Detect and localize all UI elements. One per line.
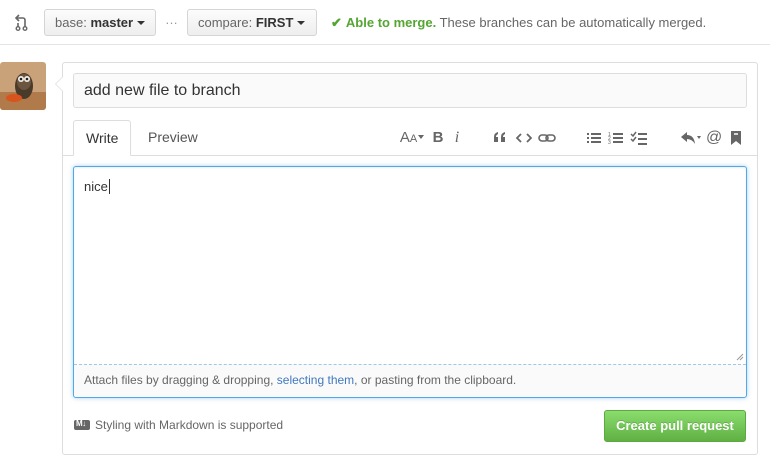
file-attach-bar[interactable]: Attach files by dragging & dropping, sel… xyxy=(74,364,746,397)
caret-down-icon xyxy=(137,20,146,25)
markdown-icon: M↓ xyxy=(74,419,90,430)
base-prefix: base: xyxy=(55,15,87,30)
pr-title-input[interactable]: add new file to branch xyxy=(73,73,747,108)
merge-description: These branches can be automatically merg… xyxy=(439,15,707,30)
header-button[interactable]: AA xyxy=(398,128,426,148)
merge-ok-label: Able to merge. xyxy=(345,15,437,30)
svg-text:3: 3 xyxy=(608,140,611,146)
italic-button[interactable]: i xyxy=(450,128,464,148)
attach-text-before: Attach files by dragging & dropping, xyxy=(84,373,277,387)
comment-body-text[interactable]: nice xyxy=(84,179,110,194)
attach-text-after: , or pasting from the clipboard. xyxy=(354,373,517,387)
range-dots: … xyxy=(165,12,179,27)
markdown-note-label: Styling with Markdown is supported xyxy=(95,418,284,432)
merge-status: ✔ Able to merge. These branches can be au… xyxy=(331,15,706,31)
compare-branch-select[interactable]: compare: FIRST xyxy=(187,9,317,36)
tab-preview[interactable]: Preview xyxy=(136,120,210,156)
check-icon: ✔ xyxy=(331,15,342,30)
comment-editor[interactable]: nice Attach files by dragging & dropping… xyxy=(73,166,747,398)
markdown-note[interactable]: M↓ Styling with Markdown is supported xyxy=(74,418,283,432)
reply-icon[interactable] xyxy=(680,128,702,148)
code-icon[interactable] xyxy=(516,128,532,148)
git-compare-icon xyxy=(14,14,28,31)
ordered-list-icon[interactable]: 1 2 3 xyxy=(608,128,624,148)
quote-icon[interactable] xyxy=(492,128,508,148)
bookmark-icon[interactable] xyxy=(730,128,742,148)
comment-pointer-inner xyxy=(56,76,64,92)
bold-button[interactable]: B xyxy=(430,128,446,148)
unordered-list-icon[interactable] xyxy=(586,128,602,148)
range-editor: base: master … compare: FIRST ✔ Able to m… xyxy=(0,0,770,45)
select-files-link[interactable]: selecting them xyxy=(277,373,354,387)
mention-button[interactable]: @ xyxy=(706,128,722,148)
resize-handle-icon[interactable] xyxy=(736,353,744,361)
avatar[interactable] xyxy=(0,62,46,110)
compare-branch-name: FIRST xyxy=(255,15,294,30)
base-branch-name: master xyxy=(90,15,134,30)
tab-write[interactable]: Write xyxy=(73,120,131,156)
header-icon: AA xyxy=(400,129,425,146)
base-branch-select[interactable]: base: master xyxy=(44,9,156,36)
link-icon[interactable] xyxy=(538,128,556,148)
compare-prefix: compare: xyxy=(198,15,253,30)
task-list-icon[interactable] xyxy=(630,128,648,148)
caret-down-icon xyxy=(297,20,306,25)
create-pull-request-button[interactable]: Create pull request xyxy=(604,410,746,442)
